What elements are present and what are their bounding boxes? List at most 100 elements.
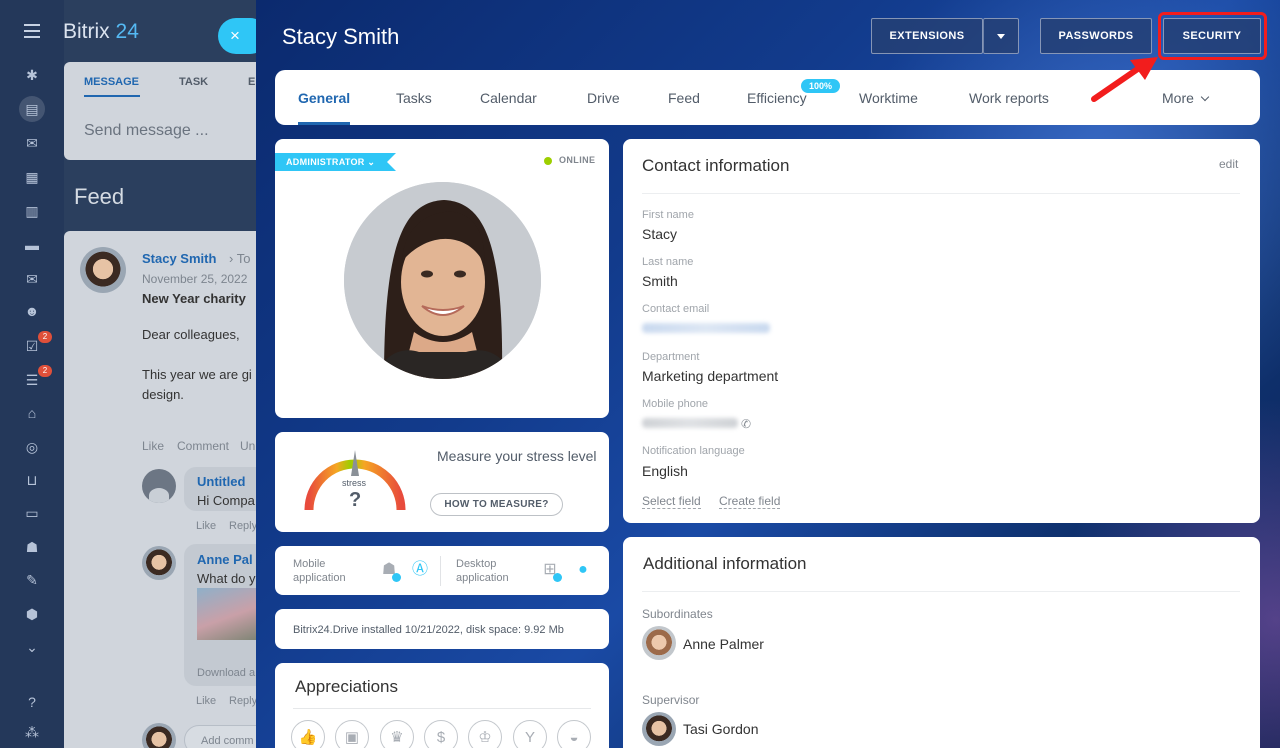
target-icon[interactable]: ◎ xyxy=(19,434,45,460)
post-comment-link[interactable]: Comment xyxy=(177,439,229,453)
more-down-icon[interactable]: ⌄ xyxy=(19,634,45,660)
comment-reply-link[interactable]: Reply xyxy=(229,695,257,707)
tab-tasks[interactable]: Tasks xyxy=(396,90,432,106)
appreciations-title: Appreciations xyxy=(295,677,399,696)
online-status-dot xyxy=(544,157,552,165)
tab-feed[interactable]: Feed xyxy=(668,90,700,106)
contact-card-icon[interactable]: ▭ xyxy=(19,500,45,526)
cart-icon[interactable]: ⊔ xyxy=(19,467,45,493)
comment-download-link[interactable]: Download a xyxy=(197,667,255,679)
contact-edit-link[interactable]: edit xyxy=(1219,157,1238,171)
tab-calendar[interactable]: Calendar xyxy=(480,90,537,106)
tab-general[interactable]: General xyxy=(298,90,350,106)
calendar-icon[interactable]: ▦ xyxy=(19,164,45,190)
applications-card: Mobile application ☗ Ⓐ Desktop application… xyxy=(275,546,609,595)
crown-icon[interactable]: ♔ xyxy=(468,720,502,748)
stress-card: stress ? Measure your stress level HOW T… xyxy=(275,432,609,532)
contact-email-value-blurred[interactable] xyxy=(642,323,770,333)
chevron-down-icon: ⌄ xyxy=(367,157,376,167)
tab-more[interactable]: More xyxy=(1162,90,1210,106)
tab-drive[interactable]: Drive xyxy=(587,90,620,106)
feed-title: Feed xyxy=(74,184,125,209)
tab-event[interactable]: E xyxy=(248,76,255,88)
sign-icon[interactable]: ✎ xyxy=(19,567,45,593)
subordinate-avatar[interactable] xyxy=(642,626,676,660)
additional-info-title: Additional information xyxy=(643,554,807,573)
how-to-measure-button[interactable]: HOW TO MEASURE? xyxy=(430,493,563,516)
mobile-app-label: Mobile application xyxy=(293,558,346,584)
help-icon[interactable]: ? xyxy=(19,689,45,715)
close-icon: × xyxy=(230,26,240,45)
comment-like-link[interactable]: Like xyxy=(196,695,216,707)
box-icon[interactable]: ⬢ xyxy=(19,601,45,627)
chat-icon[interactable]: ✉ xyxy=(19,130,45,156)
profile-photo[interactable] xyxy=(344,182,541,379)
gift-icon[interactable]: ▣ xyxy=(335,720,369,748)
company-icon[interactable]: ⌂ xyxy=(19,400,45,426)
document-icon[interactable]: ▥ xyxy=(19,198,45,224)
current-user-avatar xyxy=(142,723,176,748)
extensions-button[interactable]: EXTENSIONS xyxy=(871,18,983,54)
thumbs-up-icon[interactable]: 👍 xyxy=(291,720,325,748)
mobile-phone-label: Mobile phone xyxy=(642,398,709,410)
bitrix-logo[interactable]: Bitrix 24 xyxy=(63,20,139,44)
supervisor-avatar[interactable] xyxy=(642,712,676,746)
sitemap-icon[interactable]: ✱ xyxy=(19,62,45,88)
department-value: Marketing department xyxy=(642,368,779,384)
tab-work-reports[interactable]: Work reports xyxy=(969,90,1049,106)
download-dot-icon xyxy=(553,573,562,582)
caret-down-icon xyxy=(997,33,1005,39)
comment-avatar-untitled[interactable] xyxy=(142,469,176,503)
tasks-badge: 2 xyxy=(38,331,52,343)
notification-language-label: Notification language xyxy=(642,445,745,457)
post-unfollow-link[interactable]: Un xyxy=(240,439,255,453)
message-composer: MESSAGE TASK E Send message ... xyxy=(64,62,274,160)
tab-message[interactable]: MESSAGE xyxy=(84,76,139,88)
mail-icon[interactable]: ✉ xyxy=(19,266,45,292)
first-name-label: First name xyxy=(642,209,694,221)
post-title: New Year charity xyxy=(142,291,246,306)
role-badge[interactable]: ADMINISTRATOR ⌄ xyxy=(275,153,397,171)
passwords-button[interactable]: PASSWORDS xyxy=(1040,18,1152,54)
app-store-icon[interactable]: Ⓐ xyxy=(411,561,429,579)
robot-icon[interactable]: ☗ xyxy=(19,534,45,560)
mobile-phone-value-blurred[interactable] xyxy=(642,418,738,428)
supervisor-name[interactable]: Tasi Gordon xyxy=(683,721,758,737)
apple-icon[interactable]: ● xyxy=(574,561,592,579)
money-bag-icon[interactable]: $ xyxy=(424,720,458,748)
hamburger-menu-icon[interactable] xyxy=(24,24,40,38)
select-field-link[interactable]: Select field xyxy=(642,494,701,509)
download-dot-icon xyxy=(392,573,401,582)
active-tab-underline xyxy=(298,122,350,125)
comment-reply-link[interactable]: Reply xyxy=(229,520,257,532)
tab-efficiency[interactable]: Efficiency xyxy=(747,90,807,106)
extensions-dropdown-button[interactable] xyxy=(983,18,1019,54)
comment-avatar-anne[interactable] xyxy=(142,546,176,580)
phone-call-icon[interactable]: ✆ xyxy=(741,417,751,431)
network-icon[interactable]: ⁂ xyxy=(19,719,45,745)
subordinate-name[interactable]: Anne Palmer xyxy=(683,636,764,652)
comment-author[interactable]: Untitled xyxy=(197,474,245,489)
cocktail-icon[interactable]: Y xyxy=(513,720,547,748)
comment-like-link[interactable]: Like xyxy=(196,520,216,532)
apps-divider xyxy=(440,556,441,586)
role-label: ADMINISTRATOR xyxy=(286,157,365,167)
post-author-avatar[interactable] xyxy=(80,247,126,293)
post-author[interactable]: Stacy Smith xyxy=(142,251,216,266)
appreciations-card: Appreciations 👍 ▣ ♛ $ ♔ Y ◒ xyxy=(275,663,609,748)
divider xyxy=(293,708,591,709)
post-like-link[interactable]: Like xyxy=(142,439,164,453)
tab-worktime[interactable]: Worktime xyxy=(859,90,918,106)
comment-author[interactable]: Anne Pal xyxy=(197,552,253,567)
trophy-icon[interactable]: ♛ xyxy=(380,720,414,748)
post-body-line2: design. xyxy=(142,387,184,402)
feed-icon[interactable]: ▤ xyxy=(19,96,45,122)
tab-task[interactable]: TASK xyxy=(179,76,208,88)
create-field-link[interactable]: Create field xyxy=(719,494,781,509)
cake-icon[interactable]: ◒ xyxy=(557,720,591,748)
drive-icon[interactable]: ▬ xyxy=(19,232,45,258)
employees-icon[interactable]: ☻ xyxy=(19,298,45,324)
gauge-value: ? xyxy=(349,489,362,511)
supervisor-label: Supervisor xyxy=(642,693,700,707)
message-input[interactable]: Send message ... xyxy=(84,122,209,140)
